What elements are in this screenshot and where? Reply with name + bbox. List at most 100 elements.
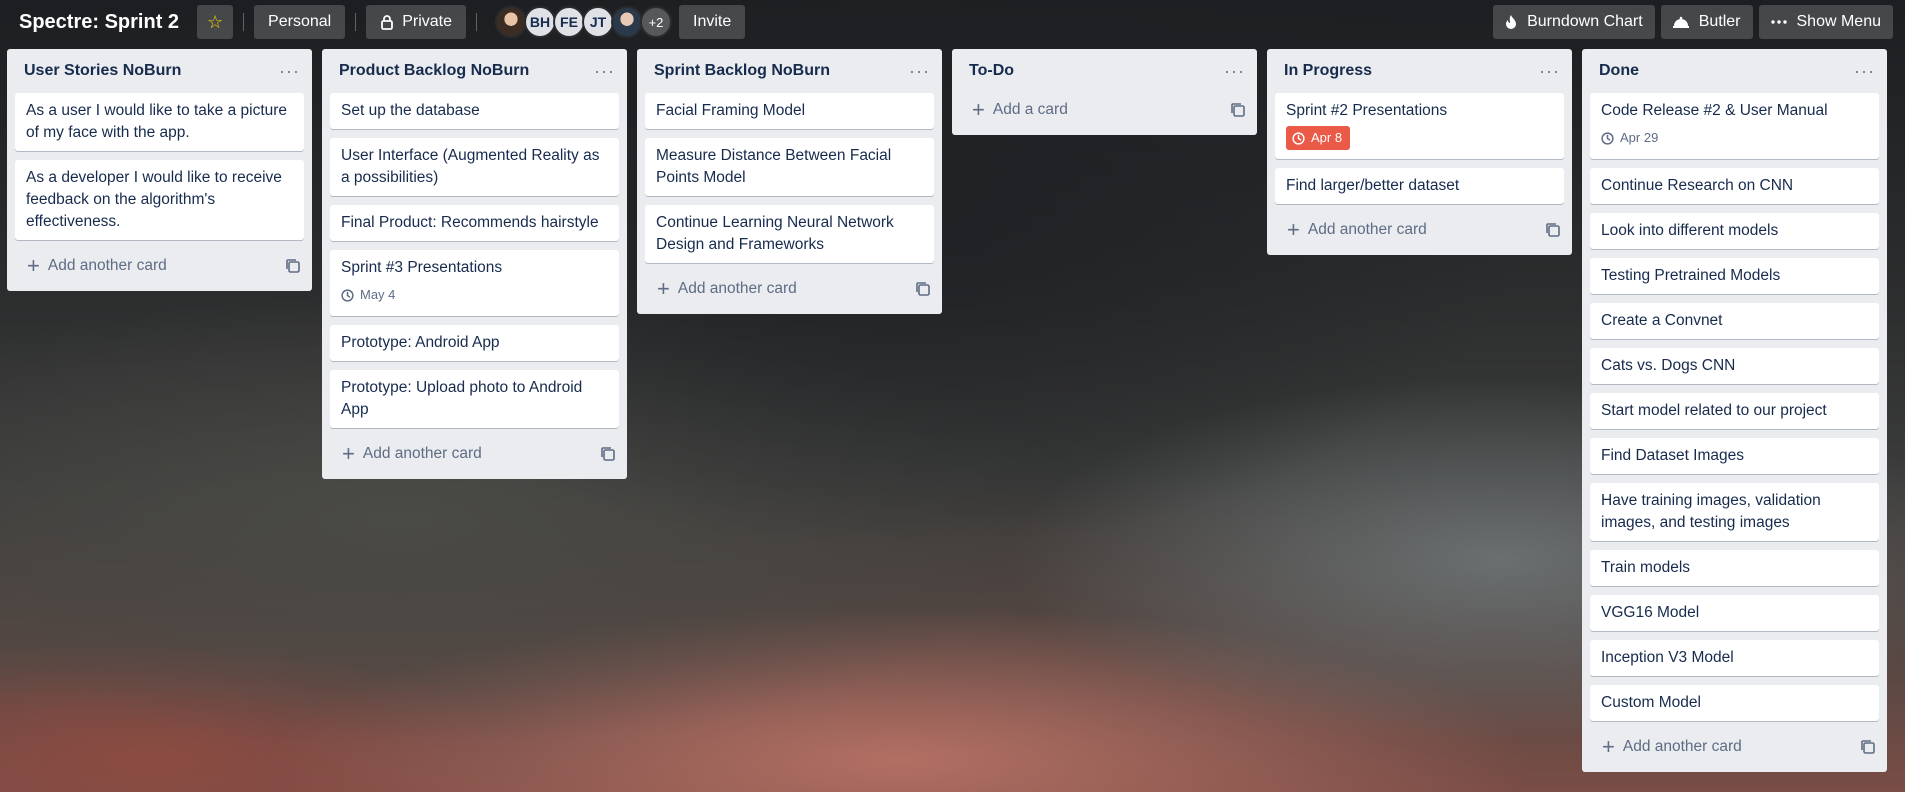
show-menu-button[interactable]: Show Menu: [1758, 5, 1893, 39]
card[interactable]: Set up the database: [330, 93, 619, 129]
card-title: Final Product: Recommends hairstyle: [341, 214, 599, 231]
list-header: In Progress ···: [1267, 49, 1572, 93]
card[interactable]: VGG16 Model: [1590, 594, 1879, 631]
plus-icon: +: [27, 253, 40, 278]
card-list: Set up the database User Interface (Augme…: [322, 93, 627, 428]
card[interactable]: Look into different models: [1590, 212, 1879, 249]
list-menu-icon[interactable]: ···: [909, 62, 930, 80]
card[interactable]: Start model related to our project: [1590, 392, 1879, 429]
list-column: To-Do ··· + Add a card: [952, 49, 1257, 135]
add-card-row: + Add another card: [322, 437, 627, 471]
card[interactable]: Find Dataset Images: [1590, 437, 1879, 474]
card-title: Continue Research on CNN: [1601, 176, 1794, 194]
card-template-icon[interactable]: [1861, 739, 1875, 754]
add-card-button[interactable]: + Add another card: [1287, 218, 1427, 241]
card[interactable]: Inception V3 Model: [1590, 639, 1879, 676]
list-column: Done ··· Code Release #2 & User Manual Apr …: [1582, 49, 1887, 772]
card-title: Measure Distance Between Facial Points M…: [656, 147, 892, 186]
more-members-badge[interactable]: +2: [640, 6, 672, 38]
card-template-icon[interactable]: [601, 446, 615, 461]
burndown-icon: [1505, 14, 1517, 30]
invite-button[interactable]: Invite: [679, 5, 746, 39]
list-title[interactable]: User Stories NoBurn: [24, 62, 181, 80]
card[interactable]: As a user I would like to take a picture…: [15, 93, 304, 151]
list-title[interactable]: In Progress: [1284, 62, 1372, 80]
plus-icon: +: [342, 440, 355, 466]
card[interactable]: Train models: [1590, 549, 1879, 586]
card[interactable]: Prototype: Upload photo to Android App: [330, 369, 619, 428]
card[interactable]: Facial Framing Model: [645, 93, 934, 129]
list-title[interactable]: To-Do: [969, 62, 1014, 80]
add-card-label: Add another card: [362, 444, 482, 462]
card[interactable]: Have training images, validation images,…: [1590, 482, 1879, 541]
add-card-label: Add a card: [992, 101, 1068, 118]
card[interactable]: Find larger/better dataset: [1275, 167, 1564, 204]
list-menu-icon[interactable]: ···: [1224, 62, 1245, 80]
card[interactable]: Prototype: Android App: [330, 324, 619, 361]
card[interactable]: Continue Learning Neural Network Design …: [645, 205, 934, 263]
card-template-icon[interactable]: [1231, 103, 1245, 117]
card[interactable]: Custom Model: [1590, 684, 1879, 721]
card-template-icon[interactable]: [286, 259, 300, 273]
card-template-icon[interactable]: [916, 282, 930, 296]
list-menu-icon[interactable]: ···: [1539, 62, 1560, 80]
card[interactable]: User Interface (Augmented Reality as a p…: [330, 138, 619, 196]
member-avatar[interactable]: [495, 6, 527, 38]
butler-icon: [1672, 15, 1689, 29]
butler-label: Butler: [1698, 13, 1741, 30]
member-avatar[interactable]: JT: [582, 6, 614, 38]
card-title: User Interface (Augmented Reality as a p…: [341, 147, 600, 186]
card-title: Inception V3 Model: [1601, 648, 1734, 666]
due-date-badge[interactable]: Apr 29: [1601, 126, 1658, 150]
list-title[interactable]: Product Backlog NoBurn: [339, 62, 529, 80]
star-button[interactable]: ☆: [197, 5, 234, 39]
add-card-button[interactable]: + Add another card: [657, 278, 797, 300]
card[interactable]: Create a Convnet: [1590, 302, 1879, 339]
list-menu-icon[interactable]: ···: [594, 62, 615, 80]
card[interactable]: As a developer I would like to receive f…: [15, 160, 304, 240]
visibility-button[interactable]: Private: [366, 5, 466, 39]
due-date-badge[interactable]: May 4: [341, 283, 395, 307]
due-date-badge[interactable]: Apr 8: [1286, 126, 1351, 150]
list-menu-icon[interactable]: ···: [279, 62, 300, 80]
board-title[interactable]: Spectre: Sprint 2: [19, 11, 179, 34]
list-title[interactable]: Sprint Backlog NoBurn: [654, 62, 830, 80]
card-title: Prototype: Upload photo to Android App: [341, 378, 583, 418]
burndown-chart-button[interactable]: Burndown Chart: [1493, 5, 1655, 39]
list-title[interactable]: Done: [1599, 62, 1639, 80]
card-title: Look into different models: [1601, 221, 1779, 239]
personal-button[interactable]: Personal: [254, 5, 346, 39]
member-avatar[interactable]: [611, 6, 643, 38]
add-card-button[interactable]: + Add another card: [1602, 733, 1742, 759]
list-column: Product Backlog NoBurn ··· Set up the data…: [322, 49, 627, 479]
add-card-button[interactable]: + Add a card: [972, 99, 1068, 121]
member-avatar[interactable]: BH: [524, 6, 556, 38]
card-title: Start model related to our project: [1601, 401, 1827, 419]
add-card-button[interactable]: + Add another card: [342, 440, 482, 466]
list-menu-icon[interactable]: ···: [1854, 62, 1875, 80]
card-title: Prototype: Android App: [341, 333, 500, 351]
card-list: As a user I would like to take a picture…: [7, 93, 312, 240]
card[interactable]: Sprint #2 Presentations Apr 8: [1275, 93, 1564, 159]
card[interactable]: Code Release #2 & User Manual Apr 29: [1590, 93, 1879, 159]
list-header: To-Do ···: [952, 49, 1257, 93]
clock-icon: [1292, 131, 1305, 145]
board-members: BH FE JT +2: [495, 6, 672, 38]
card[interactable]: Final Product: Recommends hairstyle: [330, 205, 619, 241]
card[interactable]: Continue Research on CNN: [1590, 167, 1879, 204]
member-avatar[interactable]: FE: [553, 6, 585, 38]
plus-icon: +: [1602, 733, 1615, 759]
card[interactable]: Sprint #3 Presentations May 4: [330, 250, 619, 316]
list-column: Sprint Backlog NoBurn ··· Facial Framing M…: [637, 49, 942, 314]
header-divider: [476, 13, 477, 31]
butler-button[interactable]: Butler: [1660, 5, 1753, 39]
card-title: Have training images, validation images,…: [1601, 491, 1821, 531]
card-template-icon[interactable]: [1546, 222, 1560, 237]
card-title: Train models: [1601, 558, 1691, 576]
card-title: Cats vs. Dogs CNN: [1601, 356, 1736, 374]
card[interactable]: Measure Distance Between Facial Points M…: [645, 138, 934, 196]
card-title: Create a Convnet: [1601, 311, 1723, 329]
add-card-button[interactable]: + Add another card: [27, 255, 167, 277]
card[interactable]: Testing Pretrained Models: [1590, 257, 1879, 294]
card[interactable]: Cats vs. Dogs CNN: [1590, 347, 1879, 384]
